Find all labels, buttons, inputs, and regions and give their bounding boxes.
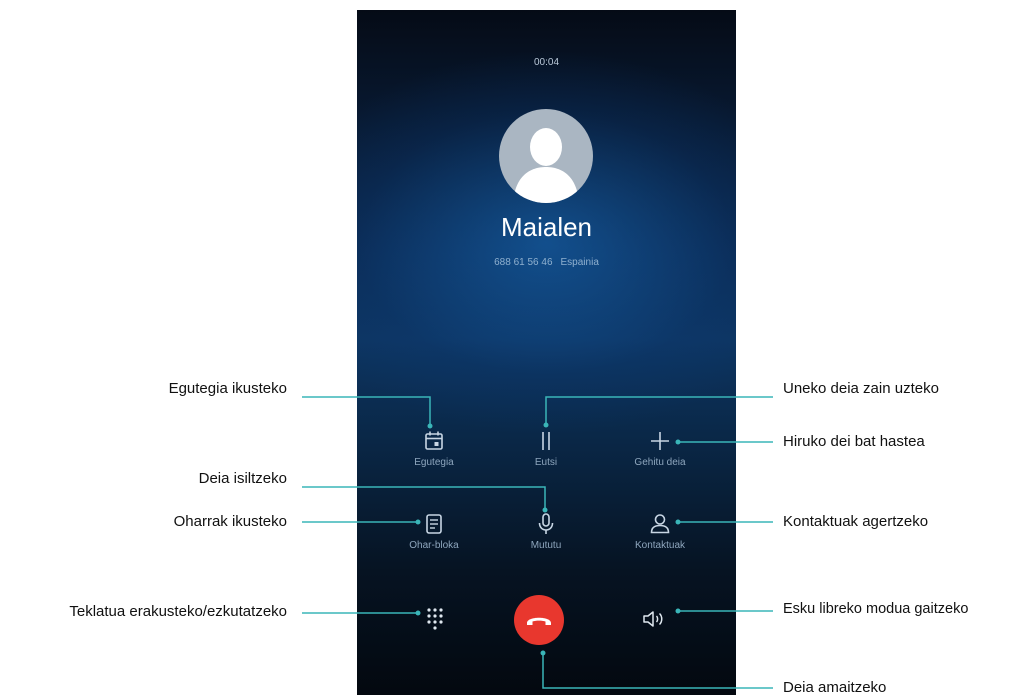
keypad-button[interactable] bbox=[422, 606, 448, 632]
hold-label: Eutsi bbox=[534, 457, 558, 468]
hold-button[interactable]: Eutsi bbox=[491, 428, 601, 468]
contact-location: Espainia bbox=[560, 257, 599, 268]
notepad-label: Ohar-bloka bbox=[409, 540, 459, 551]
annotation-keypad: Teklatua erakusteko/ezkutatzeko bbox=[69, 603, 287, 620]
avatar-silhouette-icon bbox=[513, 128, 579, 203]
calendar-label: Egutegia bbox=[414, 457, 454, 468]
person-icon bbox=[650, 514, 670, 534]
speaker-icon bbox=[643, 611, 663, 627]
phone-number: 688 61 56 46 bbox=[494, 257, 553, 268]
add-call-button[interactable]: Gehitu deia bbox=[605, 428, 715, 468]
annotation-hold: Uneko deia zain uzteko bbox=[783, 380, 939, 397]
pause-icon bbox=[542, 432, 550, 450]
annotation-notes: Oharrak ikusteko bbox=[173, 513, 287, 530]
notepad-button[interactable]: Ohar-bloka bbox=[379, 511, 489, 551]
plus-icon bbox=[651, 432, 669, 450]
mute-label: Mututu bbox=[530, 540, 562, 551]
add-call-label: Gehitu deia bbox=[634, 457, 686, 468]
hang-up-icon bbox=[527, 617, 551, 625]
contacts-button[interactable]: Kontaktuak bbox=[605, 511, 715, 551]
calendar-icon bbox=[425, 431, 443, 450]
contact-avatar bbox=[499, 109, 593, 203]
contacts-label: Kontaktuak bbox=[634, 540, 686, 551]
speaker-button[interactable] bbox=[641, 608, 667, 630]
annotation-calendar: Egutegia ikusteko bbox=[168, 380, 287, 397]
calendar-button[interactable]: Egutegia bbox=[379, 428, 489, 468]
contact-subline: 688 61 56 46 Espainia bbox=[357, 257, 736, 268]
annotation-speaker: Esku libreko modua gaitzeko bbox=[783, 601, 969, 617]
microphone-icon bbox=[538, 513, 554, 534]
annotation-contacts: Kontaktuak agertzeko bbox=[783, 513, 929, 530]
annotation-mute: Deia isiltzeko bbox=[198, 470, 287, 487]
call-timer: 00:04 bbox=[533, 57, 560, 68]
contact-name: Maialen bbox=[500, 212, 593, 242]
annotation-end-call: Deia amaitzeko bbox=[783, 679, 887, 696]
notepad-icon bbox=[426, 514, 442, 534]
end-call-button[interactable] bbox=[514, 595, 564, 645]
dialpad-icon bbox=[427, 608, 443, 630]
annotation-add-call: Hiruko dei bat hastea bbox=[783, 433, 925, 450]
call-screen: 00:04 Maialen 688 61 56 46 Espainia Egute… bbox=[357, 10, 736, 695]
mute-button[interactable]: Mututu bbox=[491, 511, 601, 551]
